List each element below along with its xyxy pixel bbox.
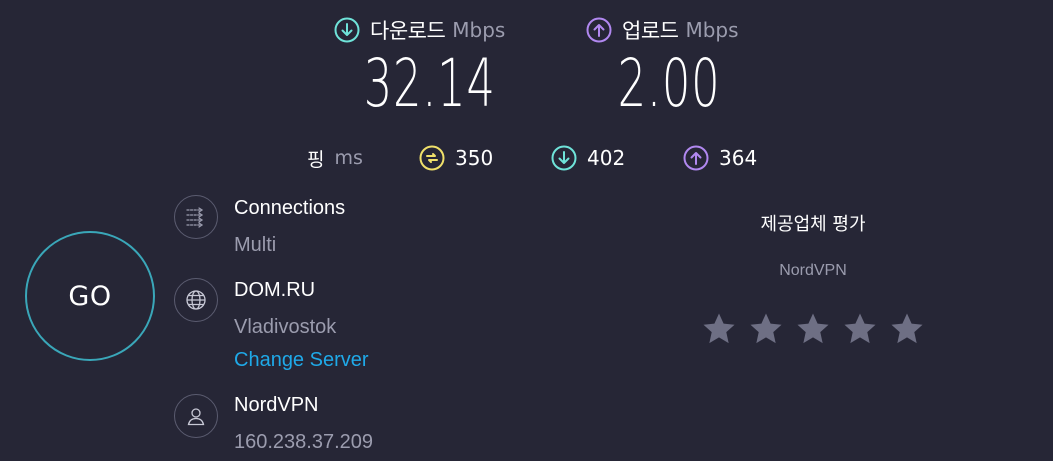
star-icon[interactable] (794, 310, 832, 348)
ping-idle: 350 (419, 142, 493, 174)
rating-title: 제공업체 평가 (760, 214, 866, 235)
star-icon[interactable] (747, 310, 785, 348)
ping-download-value: 402 (587, 146, 626, 170)
arrow-up-circle-icon (586, 17, 612, 43)
go-button-label: GO (68, 280, 112, 312)
download-unit: Mbps (452, 18, 506, 42)
star-icon[interactable] (841, 310, 879, 348)
change-server-link[interactable]: Change Server (234, 349, 369, 372)
rating-provider: NordVPN (779, 262, 847, 279)
download-label: 다운로드 Mbps (334, 15, 505, 45)
latency-icon (419, 145, 445, 171)
connections-value: Multi (234, 234, 277, 256)
provider-name: NordVPN (234, 394, 319, 416)
connections-title: Connections (234, 197, 346, 219)
server-name: DOM.RU (234, 279, 316, 301)
ping-unit: ms (334, 147, 363, 169)
ping-upload: 364 (683, 142, 757, 174)
upload-unit: Mbps (685, 18, 739, 42)
download-title: 다운로드 (370, 19, 446, 43)
rating-stars (700, 310, 926, 348)
user-icon (174, 394, 218, 438)
ping-title: 핑 (307, 148, 325, 171)
upload-title: 업로드 (622, 19, 679, 43)
server-location: Vladivostok (234, 316, 337, 338)
arrow-up-circle-icon (683, 145, 709, 171)
star-icon[interactable] (888, 310, 926, 348)
star-icon[interactable] (700, 310, 738, 348)
upload-speed-value: 2.00 (617, 45, 721, 122)
arrow-down-circle-icon (334, 17, 360, 43)
provider-ip: 160.238.37.209 (234, 431, 374, 453)
download-speed-value: 32.14 (363, 45, 496, 122)
upload-label: 업로드 Mbps (586, 15, 739, 45)
arrow-down-circle-icon (551, 145, 577, 171)
go-button[interactable]: GO (25, 231, 155, 361)
ping-upload-value: 364 (719, 146, 758, 170)
ping-idle-value: 350 (455, 146, 494, 170)
ping-label-group: 핑 ms (307, 142, 363, 174)
globe-icon (174, 278, 218, 322)
connections-icon[interactable] (174, 195, 218, 239)
ping-download: 402 (551, 142, 625, 174)
